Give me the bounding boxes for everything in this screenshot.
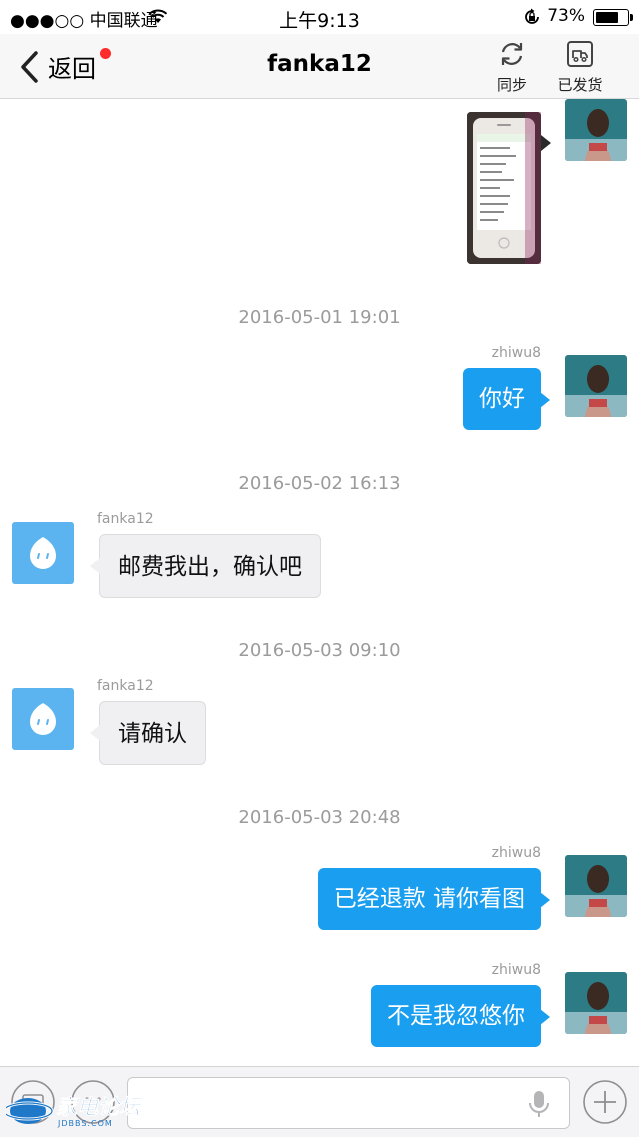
chat-bot-icon [30, 703, 56, 735]
delivery-truck-icon [567, 41, 593, 67]
sender-name: zhiwu8 [491, 345, 541, 361]
bubble-tail [541, 135, 551, 151]
chat-title: fanka12 [267, 51, 372, 77]
battery-percent: 73% [547, 6, 585, 26]
battery-fill [596, 12, 618, 23]
orientation-lock-icon [525, 8, 539, 24]
status-bar: ●●●○○ 中国联通 上午9:13 73% [0, 0, 639, 34]
avatar [12, 688, 74, 750]
timestamp: 2016-05-02 16:13 [238, 473, 401, 494]
shipped-label: 已发货 [557, 76, 603, 94]
sender-name: zhiwu8 [491, 845, 541, 861]
message-bubble[interactable]: 请确认 [90, 701, 206, 765]
sync-icon [501, 43, 523, 65]
timestamp: 2016-05-01 19:01 [238, 307, 401, 328]
avatar [565, 855, 627, 917]
phone-photo [467, 112, 541, 264]
message-input[interactable] [127, 1077, 570, 1129]
sender-name: fanka12 [97, 511, 154, 527]
message-bubble[interactable]: 不是我忽悠你 [371, 985, 550, 1047]
input-bar: 家电论坛 JDBBS.COM [0, 1066, 639, 1137]
avatar [565, 99, 627, 161]
clock: 上午9:13 [279, 10, 360, 32]
sync-label: 同步 [496, 76, 527, 94]
battery-nub [630, 14, 633, 21]
chat-area[interactable]: zhiwu8 [0, 99, 639, 1065]
watermark-subtext: JDBBS.COM [58, 1119, 113, 1128]
avatar [565, 972, 627, 1034]
timestamp: 2016-05-03 20:48 [238, 807, 401, 828]
watermark-text: 家电论坛 [56, 1095, 141, 1120]
plus-icon[interactable] [582, 1079, 628, 1125]
message-bubble[interactable]: 已经退款 请你看图 [317, 868, 551, 930]
message-bubble[interactable]: 邮费我出，确认吧 [90, 534, 321, 598]
timestamp: 2016-05-03 09:10 [238, 640, 401, 661]
sync-button[interactable]: 同步 [482, 40, 542, 95]
nav-bar: 返回 fanka12 同步 已发货 [0, 34, 639, 99]
image-message[interactable] [467, 112, 541, 264]
chat-bot-icon [30, 537, 56, 569]
globe-logo-icon [6, 1098, 54, 1124]
sender-name: zhiwu8 [491, 962, 541, 978]
sender-name: fanka12 [97, 678, 154, 694]
sender-name: zhiwu8 [492, 99, 541, 103]
watermark-logo: 家电论坛 JDBBS.COM [6, 1089, 146, 1135]
message-bubble[interactable]: 你好 [463, 368, 550, 430]
avatar [565, 355, 627, 417]
microphone-icon[interactable] [528, 1090, 550, 1118]
battery-icon [593, 9, 633, 26]
avatar [12, 522, 74, 584]
shipped-button[interactable]: 已发货 [550, 40, 610, 95]
